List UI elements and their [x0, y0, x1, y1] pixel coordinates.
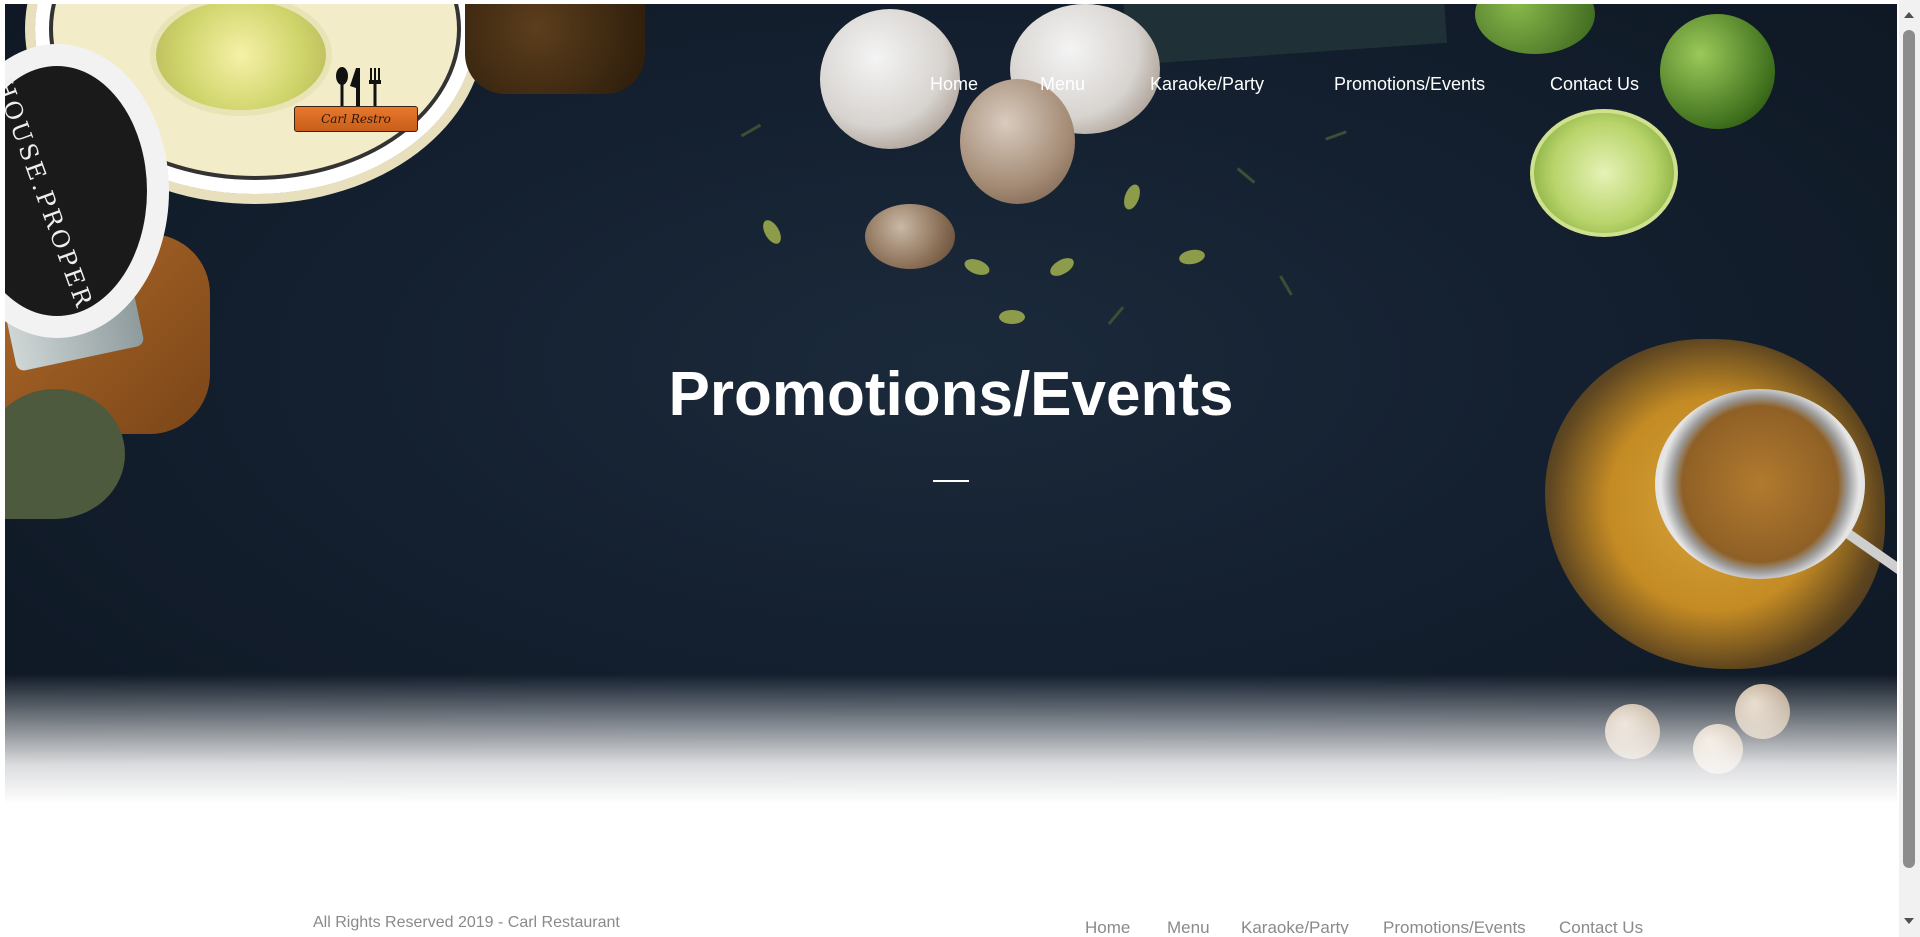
scroll-down-arrow-icon[interactable] [1904, 918, 1914, 924]
cardamom-seed [999, 310, 1025, 324]
bottle-image [465, 4, 645, 94]
herb-leaf [1279, 275, 1293, 296]
title-divider [933, 480, 969, 482]
herb-leaf [1107, 306, 1125, 325]
lime-image [1475, 4, 1595, 54]
lime-image [1660, 14, 1775, 129]
cookie-image [865, 204, 955, 269]
nav-contact-us[interactable]: Contact Us [1550, 74, 1639, 95]
footer-nav-karaoke-party[interactable]: Karaoke/Party [1241, 918, 1349, 934]
brand-logo[interactable]: Carl Restro [288, 66, 423, 136]
nav-home[interactable]: Home [930, 74, 978, 95]
herb-leaf [1236, 167, 1256, 184]
nav-karaoke-party[interactable]: Karaoke/Party [1150, 74, 1264, 95]
cardamom-seed [759, 217, 785, 247]
cardamom-seed [962, 255, 992, 279]
logo-banner: Carl Restro [294, 106, 418, 132]
cardamom-seed [1120, 182, 1144, 212]
cardamom-seed [1047, 254, 1077, 280]
nav-menu[interactable]: Menu [1040, 74, 1085, 95]
nav-promotions-events[interactable]: Promotions/Events [1334, 74, 1485, 95]
footer-copyright: All Rights Reserved 2019 - Carl Restaura… [313, 914, 620, 931]
scroll-up-arrow-icon[interactable] [1904, 12, 1914, 18]
footer-nav-contact-us[interactable]: Contact Us [1559, 918, 1643, 934]
lime-slice-image [1530, 109, 1678, 237]
page-title: Promotions/Events [668, 360, 1234, 429]
nutmeg-image [1693, 724, 1743, 774]
footer-nav-home[interactable]: Home [1085, 918, 1130, 934]
nutmeg-image [1735, 684, 1790, 739]
page-frame: HOUSE.PROPER Carl Restro Home Menu Karao… [5, 4, 1897, 934]
footer-nav-menu[interactable]: Menu [1167, 918, 1210, 934]
nutmeg-image [1605, 704, 1660, 759]
footer-nav-promotions-events[interactable]: Promotions/Events [1383, 918, 1526, 934]
slate-image [1122, 4, 1448, 66]
cookie-image [960, 79, 1075, 204]
hero-section: HOUSE.PROPER Carl Restro Home Menu Karao… [5, 4, 1897, 804]
cardamom-seed [1177, 247, 1207, 267]
vertical-scrollbar[interactable] [1899, 0, 1920, 937]
scrollbar-thumb[interactable] [1903, 30, 1915, 868]
herb-leaf [740, 123, 762, 138]
herb-leaf [1325, 130, 1347, 141]
